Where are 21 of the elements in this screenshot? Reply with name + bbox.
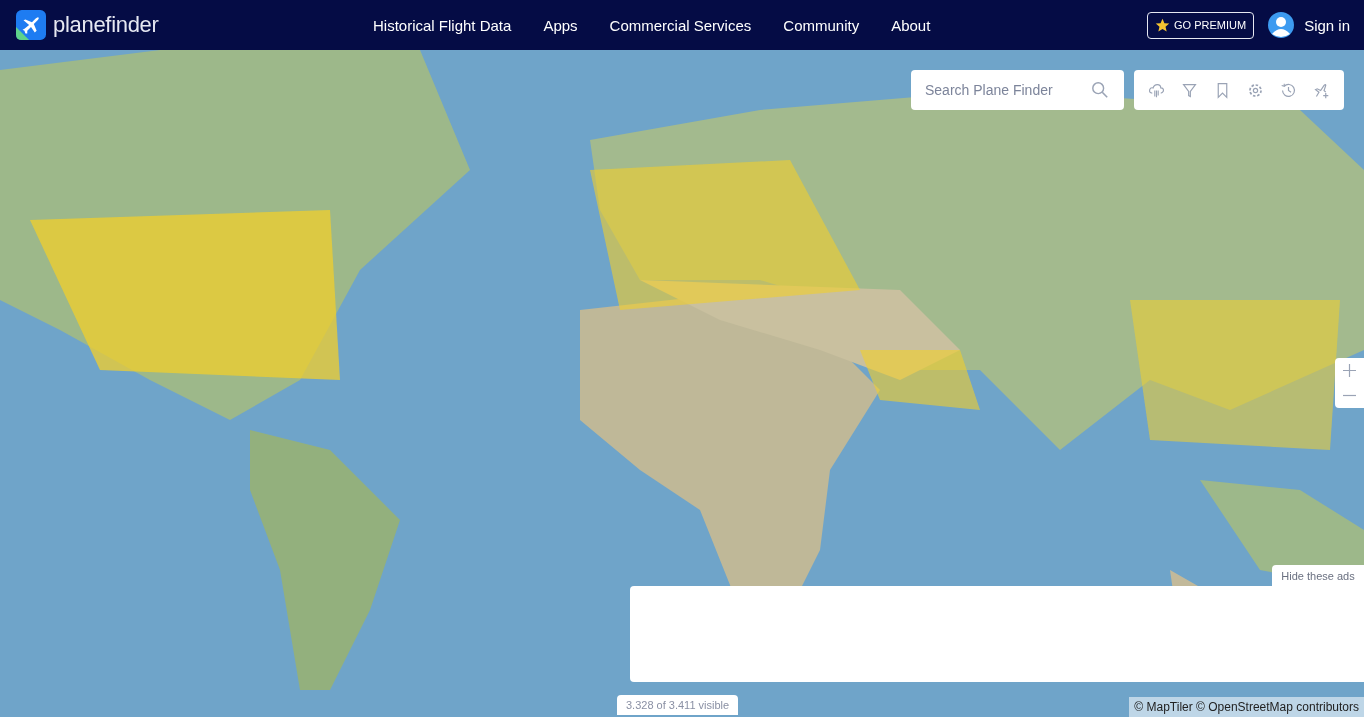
nav-link[interactable]: About	[891, 16, 931, 34]
search-field[interactable]: Search Plane Finder	[911, 70, 1124, 110]
search-icon[interactable]	[1091, 81, 1109, 99]
nav-link[interactable]: Commercial Services	[609, 16, 752, 34]
user-avatar-icon[interactable]	[1268, 12, 1295, 38]
star-icon	[1155, 17, 1170, 33]
brand-name[interactable]: planefinder	[53, 12, 159, 38]
nav-link[interactable]: Historical Flight Data	[373, 16, 512, 34]
plane-add-icon[interactable]	[1313, 81, 1330, 99]
history-icon[interactable]	[1280, 81, 1297, 99]
filter-icon[interactable]	[1181, 81, 1198, 99]
cloud-icon[interactable]	[1148, 81, 1165, 99]
go-premium-button[interactable]: GO PREMIUM	[1147, 11, 1255, 39]
visible-count: 3.328 of 3.411 visible	[617, 695, 739, 715]
map-attribution: © MapTiler © OpenStreetMap contributors	[1129, 697, 1364, 717]
hide-ads-link[interactable]: Hide these ads	[1272, 565, 1364, 587]
nav-link[interactable]: Community	[783, 16, 860, 34]
sign-in-link[interactable]: Sign in	[1304, 16, 1350, 34]
nav-link[interactable]: Apps	[543, 16, 578, 34]
settings-icon[interactable]	[1247, 81, 1264, 99]
airplane-logo-icon[interactable]	[16, 10, 46, 40]
